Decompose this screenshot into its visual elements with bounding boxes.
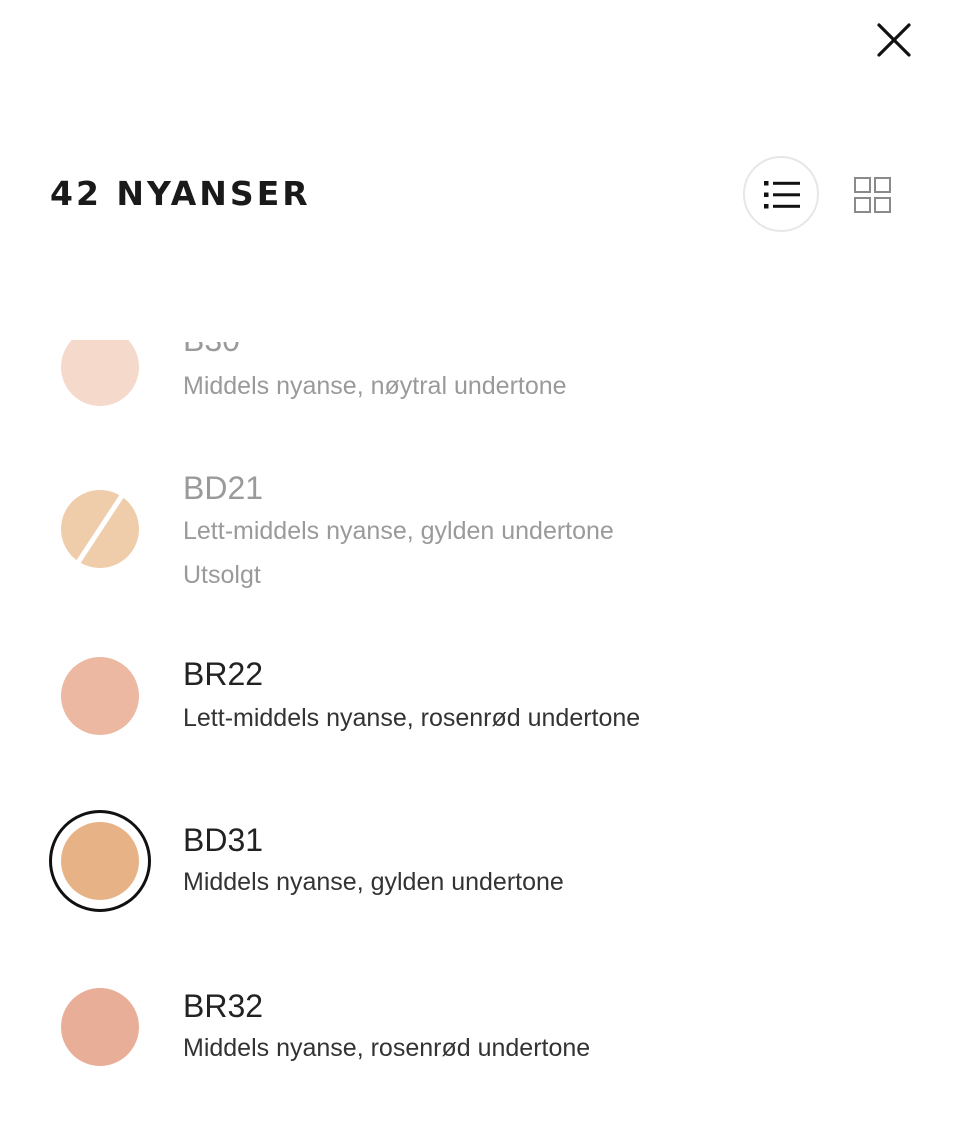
shade-item-bd31[interactable]: BD31 Middels nyanse, gylden undertone (0, 810, 960, 940)
swatch-color (61, 340, 139, 406)
shade-description: Lett-middels nyanse, gylden undertone (183, 517, 614, 545)
swatch (49, 645, 151, 747)
list-icon (764, 181, 800, 209)
page-title: 42 NYANSER (50, 174, 311, 213)
shade-description: Middels nyanse, gylden undertone (183, 868, 564, 896)
close-button[interactable] (866, 12, 922, 68)
swatch-color (61, 657, 139, 735)
shade-description: Middels nyanse, nøytral undertone (183, 372, 567, 400)
swatch (49, 478, 151, 580)
shade-description: Middels nyanse, rosenrød undertone (183, 1034, 591, 1062)
shade-code: B30 (183, 340, 240, 358)
sold-out-label: Utsolgt (183, 561, 261, 589)
shade-description: Lett-middels nyanse, rosenrød undertone (183, 704, 641, 732)
shade-code: BD21 (183, 470, 264, 506)
swatch-color (61, 822, 139, 900)
swatch-color (61, 988, 139, 1066)
shade-code: BD31 (183, 822, 264, 858)
grid-icon (854, 177, 891, 213)
shade-item-br22[interactable]: BR22 Lett-middels nyanse, rosenrød under… (0, 646, 960, 776)
list-view-button[interactable] (743, 156, 819, 232)
swatch (49, 810, 151, 912)
shade-code: BR22 (183, 656, 264, 692)
grid-view-button[interactable] (846, 170, 900, 220)
close-icon (877, 23, 911, 57)
sold-out-slash-icon (74, 491, 126, 567)
swatch (49, 976, 151, 1078)
shade-item-br32[interactable]: BR32 Middels nyanse, rosenrød undertone (0, 976, 960, 1106)
shade-code: BR32 (183, 988, 264, 1024)
swatch (49, 340, 151, 418)
shade-item-bd21[interactable]: BD21 Lett-middels nyanse, gylden underto… (0, 460, 960, 610)
shade-list[interactable]: B30 Middels nyanse, nøytral undertone BD… (0, 340, 960, 1142)
shade-item-b30[interactable]: B30 Middels nyanse, nøytral undertone (0, 340, 960, 418)
